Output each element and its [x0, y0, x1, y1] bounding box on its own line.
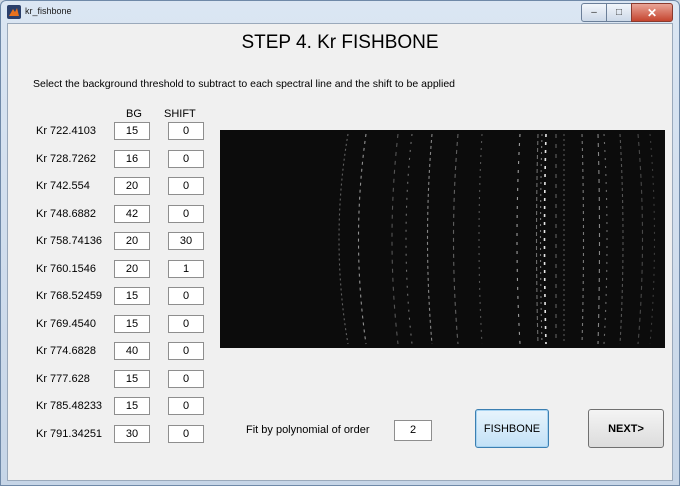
line-label: Kr 769.4540 [36, 317, 96, 330]
page-title: STEP 4. Kr FISHBONE [241, 32, 439, 53]
fit-order-label: Fit by polynomial of order [246, 424, 370, 436]
bg-column-header: BG [126, 108, 142, 120]
shift-input[interactable]: 0 [168, 342, 204, 360]
line-label: Kr 758.74136 [36, 235, 103, 247]
close-button[interactable]: ✕ [631, 3, 673, 22]
minimize-icon: – [591, 7, 597, 18]
line-label: Kr 785.48233 [36, 400, 103, 412]
bg-threshold-input[interactable]: 15 [114, 314, 150, 333]
line-label: Kr 768.52459 [36, 290, 103, 302]
maximize-button[interactable]: □ [606, 3, 632, 22]
fishbone-button[interactable]: FISHBONE [475, 409, 549, 448]
bg-threshold-input[interactable]: 15 [114, 397, 150, 415]
shift-input[interactable]: 0 [168, 397, 204, 415]
shift-input[interactable]: 30 [168, 232, 204, 250]
window-title: kr_fishbone [25, 6, 72, 16]
line-label: Kr 777.628 [36, 372, 90, 385]
line-label: Kr 722.4103 [36, 125, 96, 137]
shift-input[interactable]: 0 [168, 369, 204, 388]
shift-input[interactable]: 0 [168, 314, 204, 333]
bg-threshold-input[interactable]: 15 [114, 122, 150, 140]
maximize-icon: □ [615, 7, 623, 18]
title-bar[interactable]: kr_fishbone – □ ✕ [1, 1, 679, 23]
bg-threshold-input[interactable]: 15 [114, 287, 150, 305]
shift-input[interactable]: 0 [168, 149, 204, 168]
shift-input[interactable]: 1 [168, 259, 204, 278]
matlab-icon [7, 5, 21, 19]
line-label: Kr 748.6882 [36, 207, 96, 220]
shift-input[interactable]: 0 [168, 177, 204, 195]
line-label: Kr 728.7262 [36, 152, 96, 165]
bg-threshold-input[interactable]: 30 [114, 424, 150, 443]
next-button[interactable]: NEXT> [588, 409, 664, 448]
fit-order-input[interactable]: 2 [394, 420, 432, 441]
bg-threshold-input[interactable]: 20 [114, 177, 150, 195]
line-label: Kr 774.6828 [36, 345, 96, 357]
bg-threshold-input[interactable]: 42 [114, 204, 150, 223]
fishbone-spectrum-image [220, 130, 665, 348]
line-label: Kr 742.554 [36, 180, 90, 192]
bg-threshold-input[interactable]: 15 [114, 369, 150, 388]
shift-input[interactable]: 0 [168, 424, 204, 443]
close-icon: ✕ [646, 5, 658, 20]
instruction-text: Select the background threshold to subtr… [33, 78, 456, 90]
bg-threshold-input[interactable]: 40 [114, 342, 150, 360]
line-label: Kr 791.34251 [36, 427, 103, 440]
bg-threshold-input[interactable]: 16 [114, 149, 150, 168]
shift-column-header: SHIFT [164, 108, 196, 120]
shift-input[interactable]: 0 [168, 122, 204, 140]
minimize-button[interactable]: – [581, 3, 607, 22]
app-window: kr_fishbone – □ ✕ STEP 4. Kr FISHBONE Se… [0, 0, 680, 486]
shift-input[interactable]: 0 [168, 204, 204, 223]
bg-threshold-input[interactable]: 20 [114, 232, 150, 250]
shift-input[interactable]: 0 [168, 287, 204, 305]
bg-threshold-input[interactable]: 20 [114, 259, 150, 278]
figure-panel: STEP 4. Kr FISHBONE Select the backgroun… [7, 23, 673, 481]
line-label: Kr 760.1546 [36, 262, 96, 275]
